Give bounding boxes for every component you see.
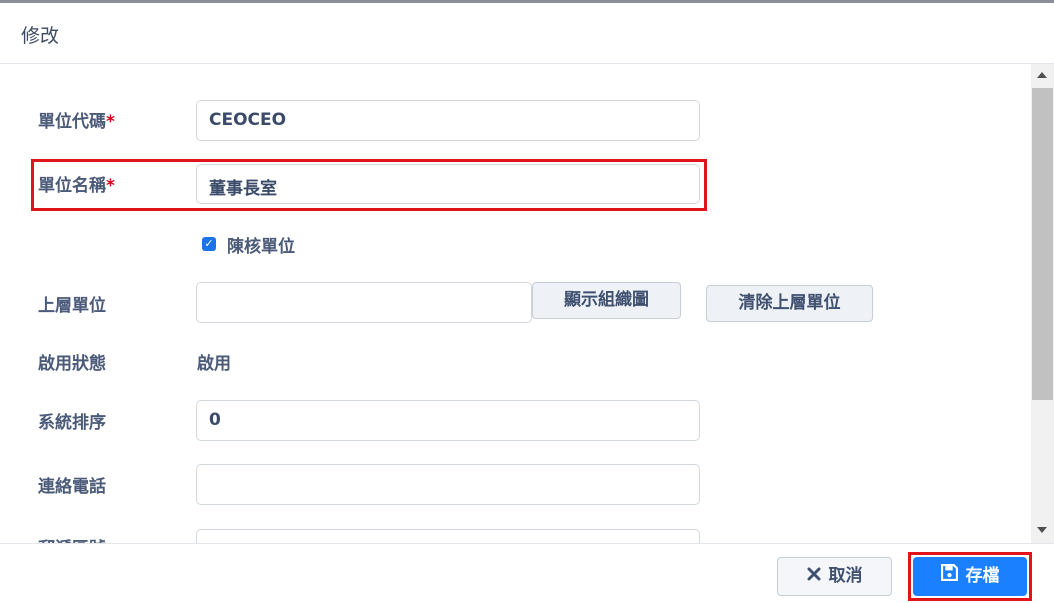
enabled-status-label: 啟用狀態	[38, 354, 106, 374]
dialog-title: 修改	[21, 25, 60, 47]
save-button-label: 存檔	[965, 566, 1000, 586]
unit-code-label: 單位代碼*	[38, 112, 115, 132]
unit-code-input[interactable]: CEOCEO	[196, 100, 700, 141]
sort-order-label: 系統排序	[38, 413, 106, 433]
dialog-footer: 取消 存檔	[0, 543, 1054, 603]
required-mark: *	[106, 112, 115, 132]
close-icon	[807, 558, 821, 595]
enabled-status-value: 啟用	[197, 354, 231, 374]
postal-code-label: 郵遞區號	[38, 534, 106, 543]
show-org-chart-button[interactable]: 顯示組織圖	[532, 282, 681, 319]
cancel-button-label: 取消	[828, 566, 863, 586]
approval-unit-checkbox[interactable]: ✓	[202, 237, 216, 251]
sort-order-input[interactable]: 0	[196, 400, 700, 441]
parent-unit-input[interactable]	[196, 282, 532, 323]
postal-code-input[interactable]	[196, 529, 700, 543]
scroll-up-arrow-icon[interactable]	[1037, 72, 1047, 78]
scroll-thumb[interactable]	[1032, 88, 1053, 400]
dialog-body: 單位代碼* CEOCEO 單位名稱* 董事長室 ✓ 陳核單位 上層單位 顯示組織…	[0, 64, 1030, 543]
unit-name-highlight	[31, 159, 707, 211]
checkmark-icon: ✓	[204, 237, 214, 250]
approval-unit-label[interactable]: 陳核單位	[227, 232, 295, 257]
scroll-down-arrow-icon[interactable]	[1037, 527, 1047, 533]
floppy-disk-icon	[940, 557, 958, 596]
contact-phone-label: 連絡電話	[38, 477, 106, 497]
vertical-scrollbar[interactable]	[1031, 64, 1054, 543]
dialog-header: 修改	[0, 3, 1054, 64]
parent-unit-label: 上層單位	[38, 296, 106, 316]
cancel-button[interactable]: 取消	[777, 557, 892, 596]
clear-parent-unit-button[interactable]: 清除上層單位	[706, 285, 873, 322]
save-button[interactable]: 存檔	[913, 557, 1027, 596]
contact-phone-input[interactable]	[196, 464, 700, 505]
